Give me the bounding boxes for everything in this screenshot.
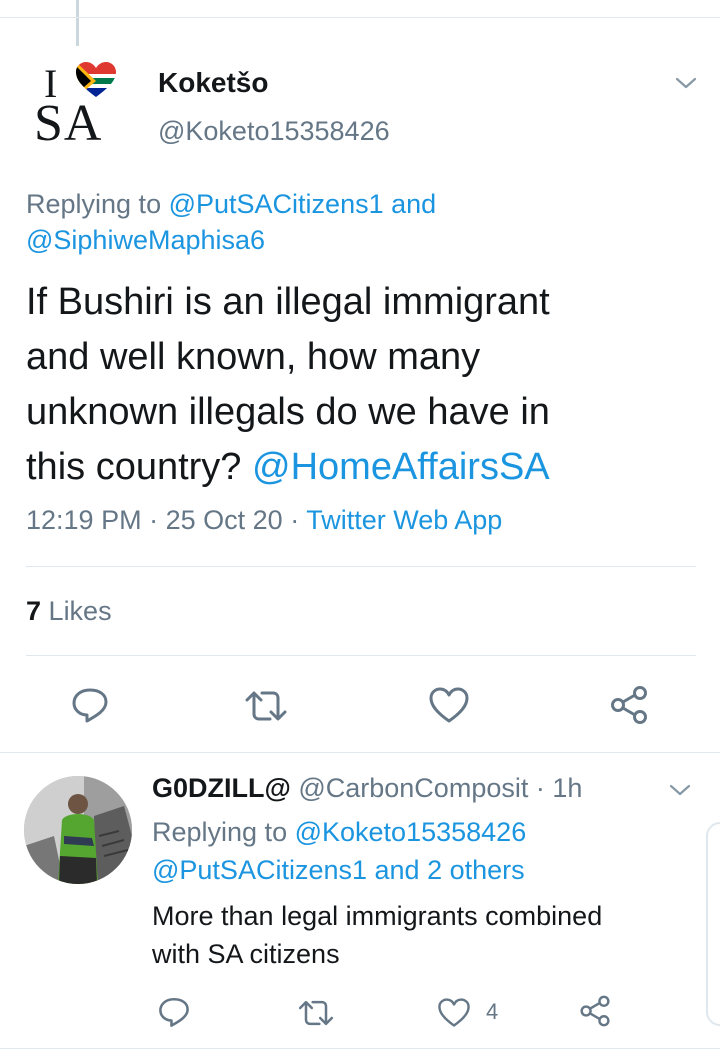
like-count: 4 xyxy=(486,999,499,1024)
reply-author-handle[interactable]: @CarbonComposit xyxy=(298,773,528,803)
divider xyxy=(26,655,696,656)
meta-separator: · xyxy=(535,773,545,803)
reply-text-line: More than legal immigrants combined xyxy=(152,901,603,931)
mention-link[interactable]: @Koketo15358426 xyxy=(295,817,527,847)
likes-stat[interactable]: 7 Likes xyxy=(26,596,112,627)
replying-to: Replying to @Koketo15358426 @PutSACitize… xyxy=(152,813,672,889)
chevron-down-icon[interactable] xyxy=(668,782,692,798)
sa-flag-heart-icon xyxy=(76,62,116,97)
mention-link[interactable]: @SiphiweMaphisa6 xyxy=(26,225,265,255)
avatar-logo-sa: SA xyxy=(34,95,103,152)
author-handle[interactable]: @Koketo15358426 xyxy=(158,116,390,147)
tweet-text-line: If Bushiri is an illegal immigrant xyxy=(26,281,550,323)
comment-icon[interactable] xyxy=(157,995,191,1029)
comment-icon[interactable] xyxy=(70,685,110,725)
reply-author-name[interactable]: G0DZILL@ xyxy=(152,773,291,803)
tweet-text-line: and well known, how many xyxy=(26,336,481,378)
heart-icon[interactable] xyxy=(428,686,470,724)
meta-separator: · xyxy=(290,505,300,535)
replying-to: Replying to @PutSACitizens1 and @Siphiwe… xyxy=(26,186,666,258)
replying-and[interactable]: and xyxy=(391,189,436,219)
top-divider xyxy=(0,17,720,18)
tweet-meta: 12:19 PM · 25 Oct 20 · Twitter Web App xyxy=(26,505,502,536)
avatar-photo xyxy=(24,776,132,884)
divider xyxy=(26,566,696,567)
heart-icon[interactable] xyxy=(437,997,471,1028)
mention-link[interactable]: @PutSACitizens1 xyxy=(152,855,367,885)
overflow-card-edge xyxy=(706,822,720,1026)
tweet-text: If Bushiri is an illegal immigrant and w… xyxy=(26,275,686,495)
author-name[interactable]: Koketšo xyxy=(158,67,268,99)
reply-header: G0DZILL@ @CarbonComposit · 1h xyxy=(152,773,582,804)
replying-prefix: Replying to xyxy=(152,817,288,847)
others-link[interactable]: and 2 others xyxy=(375,855,525,885)
reply-text-line: with SA citizens xyxy=(152,939,340,969)
avatar[interactable]: I SA xyxy=(30,61,126,152)
replying-prefix: Replying to xyxy=(26,189,162,219)
chevron-down-icon[interactable] xyxy=(674,75,698,91)
share-icon[interactable] xyxy=(608,684,650,726)
retweet-icon[interactable] xyxy=(242,686,290,726)
tweet-text-line: this country? xyxy=(26,446,242,488)
section-divider xyxy=(0,752,720,753)
meta-separator: · xyxy=(149,505,159,535)
reply-age: 1h xyxy=(552,773,583,803)
retweet-icon[interactable] xyxy=(296,996,336,1030)
tweet-time: 12:19 PM xyxy=(26,505,142,535)
tweet-source-link[interactable]: Twitter Web App xyxy=(306,505,502,535)
likes-count: 7 xyxy=(26,596,42,626)
mention-link[interactable]: @HomeAffairsSA xyxy=(252,446,550,488)
avatar[interactable] xyxy=(24,776,132,884)
share-icon[interactable] xyxy=(578,994,612,1028)
thread-connector-line xyxy=(76,0,79,46)
tweet-text-line: unknown illegals do we have in xyxy=(26,391,550,433)
mention-link[interactable]: @PutSACitizens1 xyxy=(169,189,384,219)
bottom-divider xyxy=(0,1048,720,1049)
tweet-date: 25 Oct 20 xyxy=(165,505,283,535)
reply-text: More than legal immigrants combined with… xyxy=(152,897,692,973)
likes-label: Likes xyxy=(48,596,112,626)
